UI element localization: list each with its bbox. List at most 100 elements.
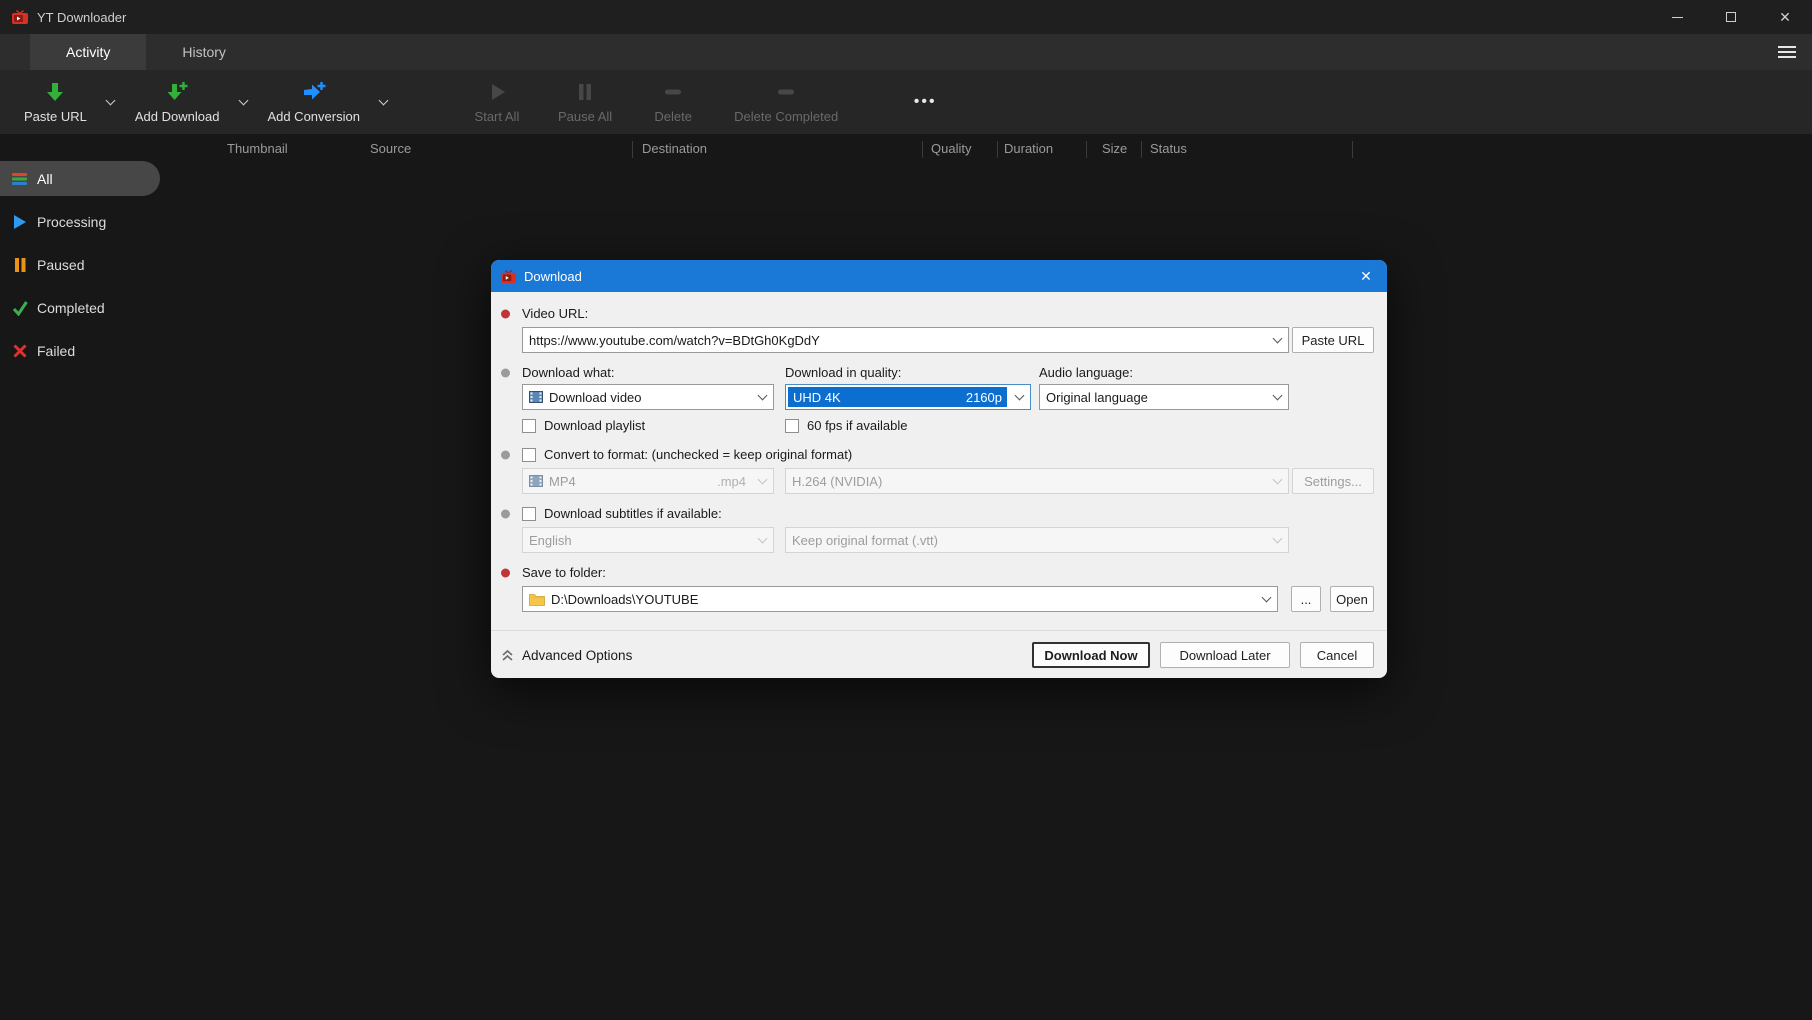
paste-url-icon <box>43 80 67 104</box>
chevron-down-icon <box>379 95 389 105</box>
video-url-input[interactable]: https://www.youtube.com/watch?v=BDtGh0Kg… <box>522 327 1289 353</box>
chevron-down-icon <box>757 533 767 543</box>
download-dialog: Download ✕ Video URL: https://www.youtub… <box>491 260 1387 678</box>
ellipsis-icon: ••• <box>914 93 937 111</box>
chevron-down-icon <box>757 390 767 400</box>
open-folder-button[interactable]: Open <box>1330 586 1374 612</box>
section-labels-row: Download what: Download in quality: Audi… <box>497 365 1374 380</box>
app-icon <box>501 270 516 283</box>
maximize-icon <box>1726 12 1736 22</box>
completed-icon <box>12 300 28 316</box>
save-folder-select[interactable]: D:\Downloads\YOUTUBE <box>522 586 1278 612</box>
maximize-button[interactable] <box>1704 0 1758 34</box>
toolbar: Paste URL Add Download Add Conversion St… <box>0 70 1812 134</box>
combo-dropdown[interactable] <box>1255 587 1277 611</box>
paste-url-dialog-button[interactable]: Paste URL <box>1292 327 1374 353</box>
download-what-label: Download what: <box>522 365 785 380</box>
chevron-down-icon <box>1014 390 1024 400</box>
chevron-down-icon <box>1272 474 1282 484</box>
fps-checkbox[interactable]: 60 fps if available <box>785 418 907 433</box>
subtitles-checkbox[interactable]: Download subtitles if available: <box>522 506 722 521</box>
column-separator <box>997 141 998 158</box>
combo-dropdown[interactable] <box>1266 328 1288 352</box>
list-all-icon <box>12 172 28 186</box>
convert-checkbox[interactable]: Convert to format: (unchecked = keep ori… <box>522 447 852 462</box>
add-download-button[interactable]: Add Download <box>125 70 230 134</box>
section-dot-icon <box>501 368 510 377</box>
combo-dropdown <box>751 528 773 552</box>
quality-select[interactable]: UHD 4K 2160p <box>785 384 1031 410</box>
checkbox-icon <box>522 419 536 433</box>
column-destination[interactable]: Destination <box>642 134 707 164</box>
column-separator <box>1141 141 1142 158</box>
advanced-options-toggle[interactable]: Advanced Options <box>501 648 632 663</box>
chevron-down-icon <box>1272 533 1282 543</box>
download-later-button[interactable]: Download Later <box>1160 642 1290 668</box>
add-conversion-button[interactable]: Add Conversion <box>257 70 370 134</box>
column-duration[interactable]: Duration <box>1004 134 1053 164</box>
add-conversion-dropdown[interactable] <box>370 70 398 134</box>
subtitle-format-select: Keep original format (.vtt) <box>785 527 1289 553</box>
failed-icon <box>12 343 28 359</box>
folder-icon <box>529 593 545 606</box>
minimize-button[interactable] <box>1650 0 1704 34</box>
combo-dropdown[interactable] <box>1266 385 1288 409</box>
play-icon <box>485 80 509 104</box>
audio-language-select[interactable]: Original language <box>1039 384 1289 410</box>
pause-icon <box>573 80 597 104</box>
download-what-select[interactable]: Download video <box>522 384 774 410</box>
dialog-separator <box>491 630 1387 631</box>
required-dot-icon <box>501 309 510 318</box>
codec-select: H.264 (NVIDIA) <box>785 468 1289 494</box>
tab-history[interactable]: History <box>146 34 262 70</box>
chevron-down-icon <box>106 95 116 105</box>
tab-bar: Activity History <box>0 34 1812 70</box>
subtitle-language-select: English <box>522 527 774 553</box>
column-thumbnail[interactable]: Thumbnail <box>227 134 288 164</box>
download-playlist-checkbox[interactable]: Download playlist <box>522 418 785 433</box>
chevron-down-icon <box>1272 333 1282 343</box>
settings-button: Settings... <box>1292 468 1374 494</box>
start-all-button: Start All <box>464 70 530 134</box>
film-icon <box>529 391 543 403</box>
processing-icon <box>12 214 28 230</box>
tab-activity[interactable]: Activity <box>30 34 146 70</box>
column-size[interactable]: Size <box>1102 134 1127 164</box>
paste-url-button[interactable]: Paste URL <box>14 70 97 134</box>
convert-combos-row: MP4 .mp4 H.264 (NVIDIA) Settings... <box>497 468 1374 494</box>
sidebar-item-all[interactable]: All <box>0 161 160 196</box>
sidebar-item-failed[interactable]: Failed <box>0 333 160 368</box>
sidebar-item-processing[interactable]: Processing <box>0 204 160 239</box>
more-button[interactable]: ••• <box>892 70 958 134</box>
section-combos-row: Download video UHD 4K 2160p Original lan… <box>497 384 1374 410</box>
column-source[interactable]: Source <box>370 134 411 164</box>
column-status[interactable]: Status <box>1150 134 1187 164</box>
download-now-button[interactable]: Download Now <box>1032 642 1150 668</box>
video-url-label: Video URL: <box>522 306 588 321</box>
pause-all-button: Pause All <box>548 70 622 134</box>
window-title: YT Downloader <box>37 10 126 25</box>
add-download-dropdown[interactable] <box>229 70 257 134</box>
close-button[interactable]: ✕ <box>1758 0 1812 34</box>
chevron-up-double-icon <box>501 649 514 662</box>
delete-button: Delete <box>640 70 706 134</box>
sidebar-item-completed[interactable]: Completed <box>0 290 160 325</box>
column-quality[interactable]: Quality <box>931 134 971 164</box>
column-separator <box>1086 141 1087 158</box>
dialog-close-button[interactable]: ✕ <box>1349 260 1383 292</box>
section-dot-icon <box>501 509 510 518</box>
subtitles-row: Download subtitles if available: <box>497 506 1374 521</box>
chevron-down-icon <box>757 474 767 484</box>
column-separator <box>922 141 923 158</box>
add-download-icon <box>165 80 189 104</box>
combo-dropdown[interactable] <box>1008 385 1030 409</box>
combo-dropdown[interactable] <box>751 385 773 409</box>
paste-url-dropdown[interactable] <box>97 70 125 134</box>
menu-icon[interactable] <box>1778 46 1796 58</box>
browse-folder-button[interactable]: ... <box>1291 586 1321 612</box>
convert-row: Convert to format: (unchecked = keep ori… <box>497 447 1374 462</box>
video-url-row: https://www.youtube.com/watch?v=BDtGh0Kg… <box>497 327 1374 353</box>
checkbox-row: Download playlist 60 fps if available <box>497 418 1374 433</box>
sidebar-item-paused[interactable]: Paused <box>0 247 160 282</box>
cancel-button[interactable]: Cancel <box>1300 642 1374 668</box>
